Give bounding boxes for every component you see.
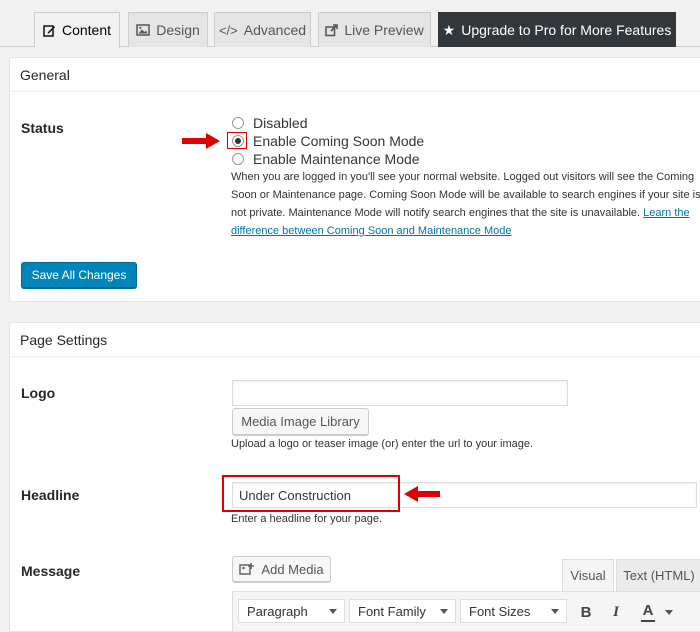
page-settings-panel: Page Settings Logo Media Image Library U…: [9, 322, 700, 632]
tab-upgrade-pro[interactable]: ★ Upgrade to Pro for More Features: [438, 12, 676, 47]
color-bar: [641, 619, 655, 622]
add-media-button[interactable]: Add Media: [232, 556, 331, 582]
tab-label: Live Preview: [344, 22, 424, 38]
format-select[interactable]: Paragraph: [238, 599, 345, 623]
panel-title: Page Settings: [10, 323, 700, 357]
status-label: Status: [21, 120, 64, 136]
code-icon: </>: [218, 22, 238, 38]
radio-label: Enable Coming Soon Mode: [253, 133, 425, 149]
editor-toolbar: Paragraph Font Family Font Sizes B I A: [232, 591, 700, 631]
logo-hint: Upload a logo or teaser image (or) enter…: [231, 438, 534, 450]
radio-label: Disabled: [253, 115, 308, 131]
star-icon: ★: [442, 21, 456, 38]
radio-label: Enable Maintenance Mode: [253, 151, 420, 167]
logo-label: Logo: [21, 385, 56, 401]
annotation-highlight: [222, 475, 400, 512]
annotation-arrow-icon: [404, 486, 440, 502]
general-panel: General Status Disabled Enable Coming So…: [9, 57, 700, 302]
italic-button[interactable]: I: [605, 601, 627, 623]
chevron-down-icon: [551, 608, 559, 614]
image-icon: [136, 24, 150, 36]
radio-button[interactable]: [232, 117, 244, 129]
tab-advanced[interactable]: </> Advanced: [214, 12, 311, 47]
font-size-value: Font Sizes: [469, 603, 531, 619]
headline-hint: Enter a headline for your page.: [231, 513, 383, 525]
tab-label: Content: [61, 22, 112, 38]
tab-label: Advanced: [243, 22, 307, 38]
panel-title: General: [10, 58, 700, 92]
font-size-select[interactable]: Font Sizes: [460, 599, 567, 623]
text-color-icon: A: [642, 601, 654, 619]
chevron-down-icon: [329, 608, 337, 614]
settings-tabs: Content Design </> Advanced Live Preview…: [0, 0, 700, 48]
tab-live-preview[interactable]: Live Preview: [318, 12, 431, 47]
radio-button[interactable]: [232, 135, 244, 147]
font-family-value: Font Family: [358, 603, 426, 619]
external-link-icon: [325, 23, 339, 36]
description-text: When you are logged in you'll see your n…: [231, 171, 700, 219]
logo-url-input[interactable]: [232, 380, 568, 406]
tab-design[interactable]: Design: [128, 12, 208, 47]
font-family-select[interactable]: Font Family: [349, 599, 456, 623]
text-color-button[interactable]: A: [635, 601, 661, 623]
bold-button[interactable]: B: [575, 601, 597, 623]
editor-tab-text[interactable]: Text (HTML): [616, 559, 700, 591]
radio-maintenance[interactable]: Enable Maintenance Mode: [232, 151, 420, 167]
tab-content[interactable]: Content: [34, 12, 120, 48]
edit-icon: [43, 24, 56, 37]
format-value: Paragraph: [247, 603, 308, 619]
media-image-library-button[interactable]: Media Image Library: [232, 408, 369, 435]
radio-disabled[interactable]: Disabled: [232, 115, 307, 131]
add-media-label: Add Media: [261, 561, 324, 577]
save-all-changes-button[interactable]: Save All Changes: [21, 262, 137, 288]
editor-tab-visual[interactable]: Visual: [562, 559, 614, 591]
chevron-down-icon[interactable]: [665, 610, 673, 615]
chevron-down-icon: [440, 608, 448, 614]
add-media-icon: [239, 563, 255, 575]
tab-label: Design: [156, 22, 200, 38]
tab-label: Upgrade to Pro for More Features: [461, 22, 672, 38]
status-description: When you are logged in you'll see your n…: [231, 168, 700, 240]
annotation-arrow-icon: [182, 133, 220, 149]
message-label: Message: [21, 563, 81, 579]
headline-label: Headline: [21, 487, 80, 503]
radio-coming-soon[interactable]: Enable Coming Soon Mode: [232, 133, 424, 149]
radio-button[interactable]: [232, 153, 244, 165]
